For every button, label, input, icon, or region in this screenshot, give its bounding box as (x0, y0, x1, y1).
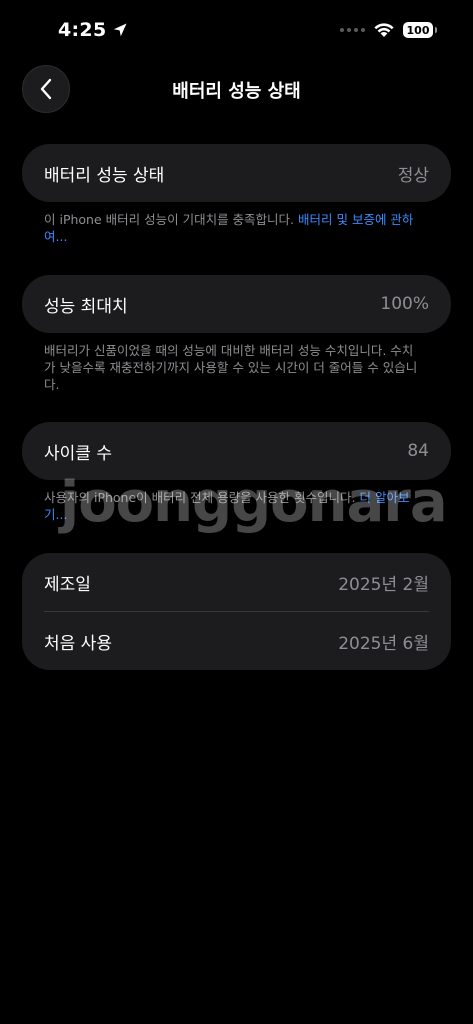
max-capacity-row: 성능 최대치 100% (22, 275, 451, 333)
first-use-row: 처음 사용 2025년 6월 (22, 612, 451, 670)
first-use-label: 처음 사용 (44, 633, 112, 654)
cellular-signal-icon (340, 28, 365, 32)
battery-health-note: 이 iPhone 배터리 성능이 기대치를 충족합니다. 배터리 및 보증에 관… (44, 211, 419, 245)
dates-card: 제조일 2025년 2월 처음 사용 2025년 6월 (22, 553, 451, 670)
status-time: 4:25 (58, 19, 128, 41)
manufacture-date-value: 2025년 2월 (338, 574, 429, 595)
battery-icon: 100 (403, 22, 437, 38)
location-arrow-icon (114, 23, 127, 37)
battery-health-value: 정상 (397, 165, 429, 186)
battery-health-label: 배터리 성능 상태 (44, 165, 165, 186)
cycle-count-card: 사이클 수 84 (22, 422, 451, 480)
cycle-count-note-text: 사용자의 iPhone이 배터리 전체 용량을 사용한 횟수입니다. (44, 490, 360, 505)
battery-health-note-text: 이 iPhone 배터리 성능이 기대치를 충족합니다. (44, 212, 299, 227)
battery-health-row: 배터리 성능 상태 정상 (22, 144, 451, 202)
wifi-icon (374, 23, 394, 37)
manufacture-date-label: 제조일 (44, 574, 91, 595)
cycle-count-value: 84 (407, 441, 429, 461)
battery-level-text: 100 (406, 23, 430, 37)
status-time-text: 4:25 (58, 19, 107, 41)
first-use-value: 2025년 6월 (338, 633, 429, 654)
cycle-count-note: 사용자의 iPhone이 배터리 전체 용량을 사용한 횟수입니다. 더 알아보… (44, 489, 419, 523)
cycle-count-label: 사이클 수 (44, 443, 112, 464)
cycle-count-row: 사이클 수 84 (22, 422, 451, 480)
status-bar: 4:25 100 (0, 0, 473, 60)
page-title: 배터리 성능 상태 (172, 81, 301, 102)
status-indicators: 100 (340, 22, 437, 38)
manufacture-date-row: 제조일 2025년 2월 (22, 553, 451, 611)
max-capacity-note: 배터리가 신품이었을 때의 성능에 대비한 배터리 성능 수치입니다. 수치가 … (44, 343, 418, 392)
max-capacity-value: 100% (380, 294, 429, 314)
navigation-bar: 배터리 성능 상태 (0, 64, 473, 114)
max-capacity-card: 성능 최대치 100% (22, 275, 451, 333)
max-capacity-label: 성능 최대치 (44, 296, 128, 317)
battery-health-card: 배터리 성능 상태 정상 (22, 144, 451, 202)
